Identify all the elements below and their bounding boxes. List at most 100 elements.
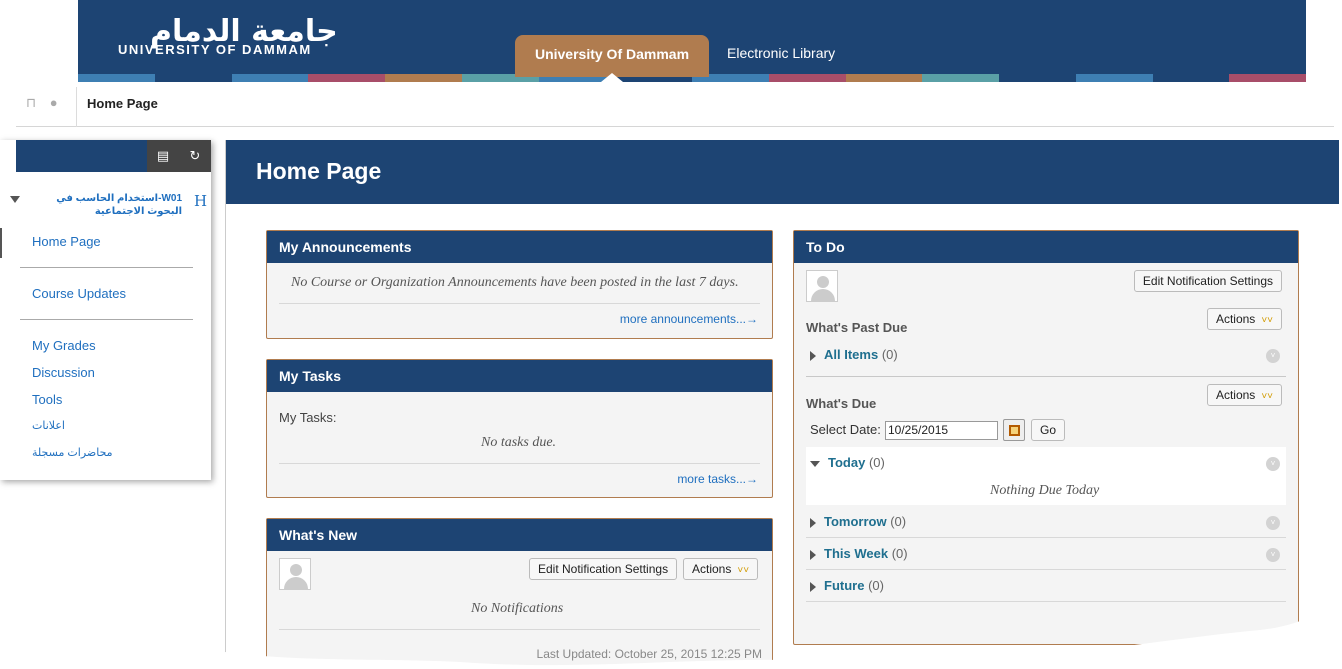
course-menu-header: ▤ ↻ — [16, 140, 211, 172]
module-divider — [279, 303, 760, 304]
course-menu-tools: ▤ ↻ — [147, 140, 211, 172]
expand-triangle-icon[interactable] — [810, 350, 816, 361]
course-title[interactable]: W01-استخدام الحاسب في البحوث الاجتماعية — [32, 192, 182, 218]
tab-electronic-library[interactable]: Electronic Library — [727, 45, 835, 61]
user-avatar-icon — [806, 270, 838, 302]
stripe-segment — [154, 74, 232, 82]
go-button[interactable]: Go — [1031, 419, 1066, 441]
module-divider — [279, 629, 760, 630]
stripe-segment — [1229, 74, 1306, 82]
this-week-row[interactable]: This Week (0) — [810, 546, 908, 561]
today-message: Nothing Due Today — [990, 483, 1100, 498]
chevron-down-icon: ˅˅ — [1261, 391, 1273, 402]
menu-item-tools[interactable]: Tools — [32, 392, 62, 407]
stripe-segment — [845, 74, 923, 82]
this-week-count: (0) — [891, 546, 908, 561]
today-row[interactable]: Today (0) — [810, 455, 885, 470]
menu-item-announcements-ar[interactable]: اعلانات — [32, 419, 65, 432]
all-items-row[interactable]: All Items (0) — [810, 347, 898, 362]
module-divider — [279, 463, 760, 464]
actions-label: Actions — [1215, 312, 1256, 326]
future-count: (0) — [868, 578, 884, 593]
edit-notification-settings-button[interactable]: Edit Notification Settings — [1133, 270, 1282, 292]
whats-new-message: No Notifications — [471, 601, 564, 616]
menu-item-discussion[interactable]: Discussion — [32, 365, 95, 380]
breadcrumb-icons: ⊓ ● — [26, 95, 74, 115]
chevron-down-icon[interactable]: ˅ — [1266, 516, 1280, 530]
breadcrumb-bar: ⊓ ● Home Page — [16, 87, 1334, 127]
menu-item-course-updates[interactable]: Course Updates — [32, 286, 126, 301]
tab-label: University Of Dammam — [534, 46, 690, 62]
folder-view-icon[interactable]: ▤ — [147, 140, 179, 172]
collapse-triangle-icon[interactable] — [10, 196, 20, 203]
refresh-icon[interactable]: ↻ — [179, 140, 211, 172]
tomorrow-link[interactable]: Tomorrow — [824, 514, 887, 529]
date-input[interactable]: 10/25/2015 — [885, 421, 998, 440]
whats-new-title: What's New — [267, 519, 772, 551]
tab-university-of-dammam[interactable]: University Of Dammam — [515, 35, 709, 82]
future-row[interactable]: Future (0) — [810, 578, 884, 593]
course-menu: ▤ ↻ W01-استخدام الحاسب في البحوث الاجتما… — [0, 140, 211, 480]
actions-button[interactable]: Actions ˅˅ — [683, 558, 759, 580]
edit-notification-settings-button[interactable]: Edit Notification Settings — [529, 558, 678, 580]
calendar-icon[interactable] — [1003, 419, 1025, 441]
row-divider — [806, 569, 1286, 570]
active-tab-caret — [601, 73, 623, 82]
more-tasks-link[interactable]: more tasks...→ — [677, 472, 758, 486]
this-week-link[interactable]: This Week — [824, 546, 888, 561]
menu-item-my-grades[interactable]: My Grades — [32, 338, 96, 353]
expand-triangle-icon[interactable] — [810, 549, 816, 560]
logo-english: UNIVERSITY OF DAMMAM — [118, 42, 312, 57]
tomorrow-count: (0) — [890, 514, 907, 529]
expand-triangle-icon[interactable] — [810, 581, 816, 592]
actions-label: Actions — [1215, 388, 1256, 402]
menu-divider — [20, 319, 193, 320]
whats-due-actions-button[interactable]: Actions ˅˅ — [1206, 384, 1282, 406]
all-items-link[interactable]: All Items — [824, 347, 878, 362]
todo-title: To Do — [794, 231, 1298, 263]
shield-icon[interactable]: ● — [50, 95, 58, 110]
whats-past-due-label: What's Past Due — [806, 320, 908, 335]
stripe-segment — [308, 74, 385, 82]
actions-label: Actions — [692, 562, 732, 576]
chevron-down-icon[interactable]: ˅ — [1266, 548, 1280, 562]
home-icon[interactable]: ⊓ — [26, 95, 36, 110]
stripe-segment — [768, 74, 846, 82]
page-root: جامعة الدمام UNIVERSITY OF DAMMAM Univer… — [0, 0, 1342, 669]
tasks-message: No tasks due. — [481, 435, 557, 450]
stripe-segment — [922, 74, 999, 82]
tasks-module: My Tasks My Tasks: No tasks due. more ta… — [266, 359, 773, 498]
expand-triangle-icon[interactable] — [810, 517, 816, 528]
today-link[interactable]: Today — [828, 455, 865, 470]
whats-due-label: What's Due — [806, 396, 877, 411]
page-title-bar: Home Page — [226, 140, 1339, 204]
tomorrow-row[interactable]: Tomorrow (0) — [810, 514, 906, 529]
stripe-segment — [78, 74, 155, 82]
select-date-label: Select Date: — [810, 422, 881, 437]
menu-item-home-page[interactable]: Home Page — [32, 234, 101, 249]
tasks-title: My Tasks — [267, 360, 772, 392]
row-divider — [806, 601, 1286, 602]
todo-module: To Do Edit Notification Settings What's … — [793, 230, 1299, 645]
course-home-icon: H — [194, 192, 208, 210]
menu-divider — [20, 267, 193, 268]
menu-item-recorded-lectures-ar[interactable]: محاضرات مسجلة — [32, 446, 113, 459]
page-title: Home Page — [256, 158, 382, 184]
announcements-message: No Course or Organization Announcements … — [291, 275, 739, 290]
future-link[interactable]: Future — [824, 578, 864, 593]
stripe-segment — [999, 74, 1076, 82]
chevron-down-icon[interactable]: ˅ — [1266, 349, 1280, 363]
collapse-triangle-icon[interactable] — [810, 460, 820, 467]
whats-new-module: What's New Edit Notification Settings Ac… — [266, 518, 773, 669]
all-items-count: (0) — [881, 347, 898, 362]
chevron-down-icon[interactable]: ˅ — [1266, 457, 1280, 471]
chevron-down-icon: ˅˅ — [1261, 315, 1273, 326]
breadcrumb-divider — [76, 87, 77, 127]
main-content: Home Page My Announcements No Course or … — [225, 140, 1339, 669]
announcements-module: My Announcements No Course or Organizati… — [266, 230, 773, 339]
stripe-segment — [1075, 74, 1153, 82]
more-announcements-link[interactable]: more announcements...→ — [620, 312, 758, 326]
tasks-label: My Tasks: — [279, 410, 337, 425]
chevron-down-icon: ˅˅ — [737, 565, 750, 576]
past-due-actions-button[interactable]: Actions ˅˅ — [1206, 308, 1282, 330]
